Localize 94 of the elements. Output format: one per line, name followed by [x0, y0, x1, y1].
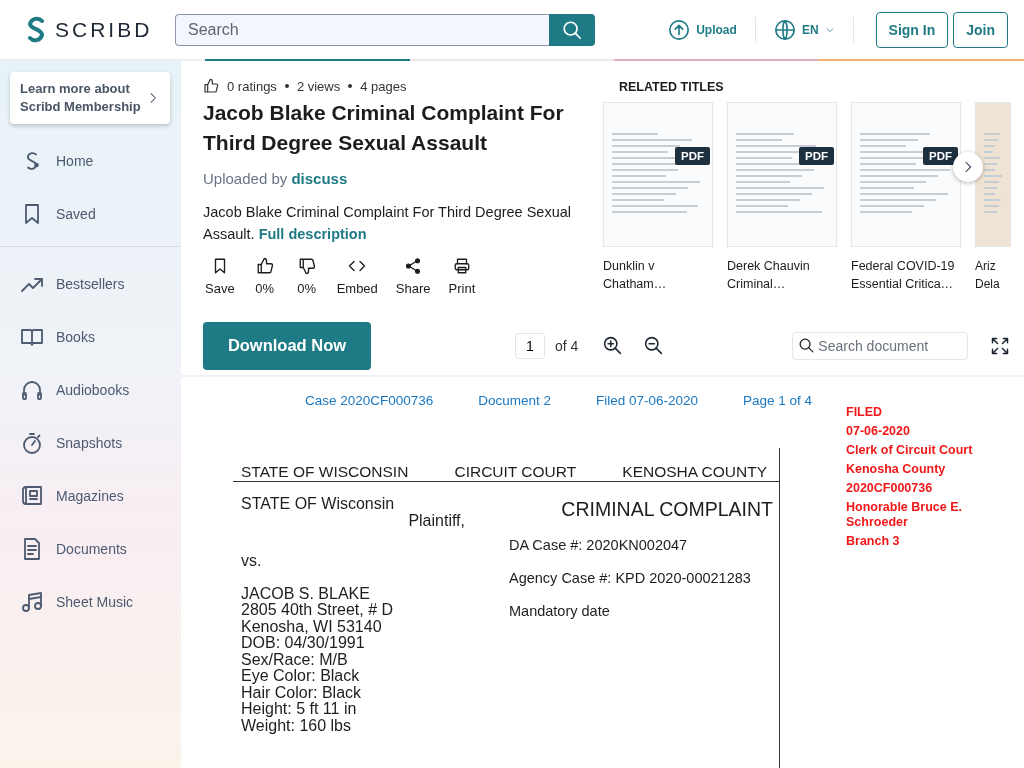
sidebar-item[interactable]: Documents — [0, 522, 181, 575]
globe-icon — [773, 18, 796, 41]
save-action-button[interactable]: Save — [203, 257, 237, 296]
page-number-field[interactable]: 1 — [515, 332, 545, 359]
filing-stamp-text: 2020CF000736 — [846, 481, 934, 496]
uploader-link[interactable]: discuss — [291, 170, 348, 187]
related-title[interactable]: Ariz Dela — [975, 257, 1011, 293]
music-note-icon — [20, 589, 44, 614]
document-stat: 4 pages — [360, 78, 407, 94]
search-field[interactable]: Search — [175, 13, 549, 46]
document-stat: 2 views — [296, 78, 341, 94]
share-action-button[interactable]: Share — [393, 257, 433, 296]
case-detail: Mandatory date — [509, 603, 611, 619]
filing-stamp-text: FILED — [846, 405, 884, 420]
sidebar-item[interactable]: Home — [0, 134, 181, 187]
defendant-detail: Weight: 160 lbs — [241, 717, 352, 734]
page-header-text: Page 1 of 4 — [742, 393, 812, 408]
court-heading: CIRCUIT COURT — [454, 462, 577, 481]
embed-action-button[interactable]: Embed — [334, 257, 380, 296]
filing-stamp-text: Branch 3 — [846, 534, 901, 549]
filing-stamp-text: Clerk of Circuit Court — [846, 443, 974, 458]
plaintiff-label: Plaintiff, — [407, 512, 466, 529]
pdf-badge: PDF — [799, 147, 834, 165]
document-title: Jacob Blake Criminal Complaint For Third Degree Sexual Assault — [203, 100, 565, 156]
uploaded-by-text: Uploaded by discuss — [203, 170, 349, 187]
separator-dot — [284, 84, 289, 88]
page-count: of 4 — [555, 337, 579, 354]
membership-promo[interactable]: Learn more about Scribd Membership — [10, 72, 170, 124]
search-document-field[interactable]: Search document — [792, 331, 969, 360]
sidebar-item[interactable]: Sheet Music — [0, 575, 181, 628]
sidebar-item[interactable]: Saved — [0, 187, 181, 240]
upload-button[interactable]: Upload — [650, 18, 755, 41]
document-description: Jacob Blake Criminal Complaint For Third Degree Sexual Assault. Full description — [203, 203, 573, 244]
versus-text: vs. — [241, 553, 263, 570]
scribd-logo-icon[interactable] — [25, 15, 47, 44]
print-action-button[interactable]: Print — [446, 257, 478, 296]
filing-stamp-text: 07-06-2020 — [846, 424, 911, 439]
case-detail: Agency Case #: KPD 2020-00021283 — [509, 570, 752, 586]
case-detail: DA Case #: 2020KN002047 — [509, 537, 689, 553]
page-header-text: Filed 07-06-2020 — [595, 393, 699, 408]
join-button[interactable]: Join — [953, 11, 1008, 48]
sidebar-item[interactable]: Audiobooks — [0, 363, 181, 416]
related-title[interactable]: Dunklin v Chatham… — [603, 257, 713, 293]
sidebar-item[interactable]: Magazines — [0, 469, 181, 522]
page-header-text: Case 2020CF000736 — [305, 393, 434, 408]
share-icon — [404, 257, 423, 275]
related-title[interactable]: Derek Chauvin Criminal… — [727, 257, 837, 293]
separator-dot — [348, 84, 353, 88]
magazine-icon — [20, 483, 44, 508]
document-thumbnail[interactable]: PDF — [851, 102, 961, 247]
printer-icon — [452, 257, 471, 275]
sidebar-item[interactable]: Books — [0, 310, 181, 363]
defendant-detail: Height: 5 ft 11 in — [241, 701, 358, 718]
document-stat: 0 ratings — [227, 78, 277, 94]
plaintiff-name: STATE OF Wisconsin — [241, 496, 396, 513]
sidebar-item[interactable]: Snapshots — [0, 416, 181, 469]
zoom-in-icon — [602, 335, 624, 357]
filing-stamp-text: Honorable Bruce E. Schroeder — [846, 500, 963, 530]
logo-wordmark[interactable]: SCRIBD — [55, 17, 153, 42]
expand-icon — [990, 335, 1011, 356]
defendant-detail: Eye Color: Black — [241, 668, 361, 685]
court-heading: STATE OF WISCONSIN — [241, 462, 409, 481]
full-description-link[interactable]: Full description — [258, 226, 367, 242]
search-button[interactable] — [549, 13, 595, 46]
dislike-action-button[interactable]: 0% — [292, 257, 321, 296]
defendant-detail: Hair Color: Black — [241, 684, 363, 701]
stopwatch-icon — [20, 430, 44, 455]
defendant-detail: Kenosha, WI 53140 — [241, 618, 383, 635]
download-button[interactable]: Download Now — [203, 321, 371, 370]
upload-icon — [668, 18, 691, 41]
search-icon — [561, 18, 583, 41]
pdf-badge: PDF — [675, 147, 710, 165]
complaint-title: CRIMINAL COMPLAINT — [560, 498, 774, 521]
defendant-detail: 2805 40th Street, # D — [241, 602, 395, 619]
defendant-detail: JACOB S. BLAKE — [241, 585, 371, 602]
document-thumbnail[interactable]: PDF — [727, 102, 837, 247]
thumbs-up-icon — [203, 78, 219, 94]
related-titles-heading: RELATED TITLES — [619, 80, 725, 94]
search-icon — [798, 336, 816, 354]
court-heading: KENOSHA COUNTY — [622, 462, 767, 481]
document-thumbnail[interactable]: PDF — [603, 102, 713, 247]
defendant-detail: DOB: 04/30/1991 — [241, 635, 366, 652]
document-thumbnail[interactable] — [975, 102, 1011, 247]
sign-in-button[interactable]: Sign In — [875, 11, 949, 48]
like-action-button[interactable]: 0% — [250, 257, 279, 296]
filing-stamp-text: Kenosha County — [846, 462, 947, 477]
related-title[interactable]: Federal COVID-19 Essential Critica… — [851, 257, 961, 293]
zoom-out-icon — [643, 335, 665, 357]
thumbs-down-icon — [297, 257, 316, 275]
sidebar-item[interactable]: Bestsellers — [0, 257, 181, 310]
page-header-text: Document 2 — [478, 393, 552, 408]
defendant-detail: Sex/Race: M/B — [241, 651, 349, 668]
thumbs-up-icon — [255, 257, 274, 275]
language-selector[interactable]: EN — [755, 18, 853, 41]
